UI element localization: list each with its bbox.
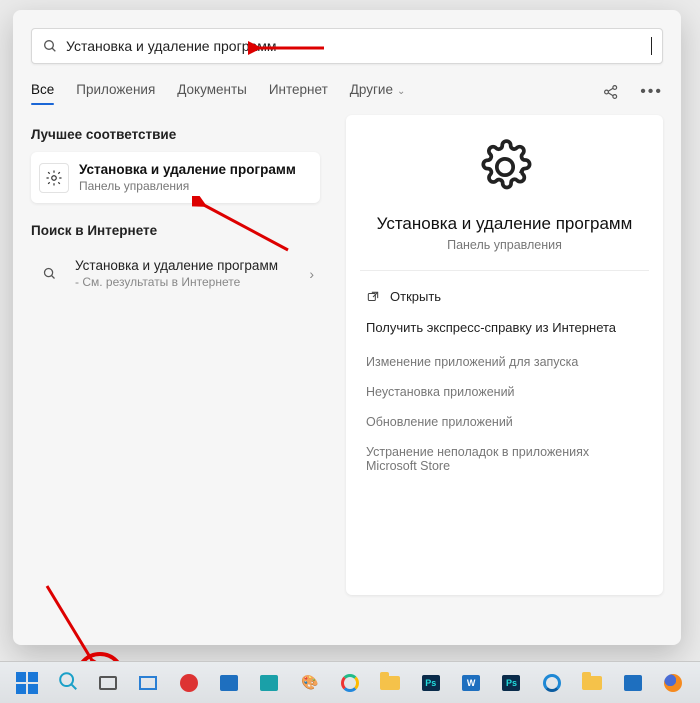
chevron-right-icon: › (309, 266, 314, 282)
best-match-subtitle: Панель управления (79, 179, 296, 193)
taskbar-search-button[interactable] (56, 671, 78, 695)
search-input[interactable] (58, 38, 653, 54)
more-options-icon[interactable]: ••• (640, 83, 663, 101)
help-link[interactable]: Неустановка приложений (366, 377, 643, 407)
tab-docs[interactable]: Документы (177, 78, 247, 105)
help-heading: Получить экспресс-справку из Интернета (366, 320, 643, 335)
search-bar-container (13, 10, 681, 74)
taskbar: 🎨 Ps W Ps (0, 661, 700, 703)
best-match-title: Установка и удаление программ (79, 162, 296, 177)
detail-card: Установка и удаление программ Панель упр… (346, 115, 663, 595)
tab-more-label: Другие (350, 82, 393, 97)
gear-icon (39, 163, 69, 193)
divider (360, 270, 649, 271)
tab-more[interactable]: Другие ⌄ (350, 78, 406, 105)
start-search-panel: Все Приложения Документы Интернет Другие… (13, 10, 681, 645)
file-explorer-icon[interactable] (379, 671, 401, 695)
open-action[interactable]: Открыть (366, 287, 643, 320)
firefox-icon[interactable] (662, 671, 684, 695)
detail-column: Установка и удаление программ Панель упр… (328, 105, 681, 645)
task-view-button[interactable] (97, 671, 119, 695)
search-icon (42, 38, 58, 54)
taskbar-app-icon[interactable]: 🎨 (299, 671, 321, 695)
help-link[interactable]: Обновление приложений (366, 407, 643, 437)
best-match-label: Лучшее соответствие (31, 115, 328, 152)
taskbar-app-icon[interactable] (218, 671, 240, 695)
taskbar-app-icon[interactable] (258, 671, 280, 695)
detail-subtitle: Панель управления (366, 238, 643, 252)
share-icon[interactable] (602, 83, 620, 101)
taskbar-app-icon[interactable]: Ps (420, 671, 442, 695)
edge-icon[interactable] (541, 671, 563, 695)
taskbar-app-icon[interactable] (339, 671, 361, 695)
open-label: Открыть (390, 289, 441, 304)
search-web-label: Поиск в Интернете (31, 211, 328, 248)
help-link[interactable]: Изменение приложений для запуска (366, 347, 643, 377)
web-result-item[interactable]: Установка и удаление программ - См. резу… (31, 248, 320, 299)
taskbar-app-icon[interactable] (621, 671, 643, 695)
taskbar-app-icon[interactable] (581, 671, 603, 695)
gear-icon (477, 139, 533, 200)
tab-apps[interactable]: Приложения (76, 78, 155, 105)
taskbar-app-icon[interactable]: W (460, 671, 482, 695)
taskbar-app-icon[interactable]: Ps (500, 671, 522, 695)
text-caret (651, 37, 652, 55)
tab-web[interactable]: Интернет (269, 78, 328, 105)
filter-tabs: Все Приложения Документы Интернет Другие… (13, 74, 681, 105)
web-result-subtitle: - См. результаты в Интернете (75, 275, 278, 289)
search-box[interactable] (31, 28, 663, 64)
taskbar-app-icon[interactable] (177, 671, 199, 695)
help-link[interactable]: Устранение неполадок в приложениях Micro… (366, 437, 643, 481)
web-result-title: Установка и удаление программ (75, 258, 278, 273)
search-icon (35, 266, 63, 281)
best-match-item[interactable]: Установка и удаление программ Панель упр… (31, 152, 320, 203)
taskbar-app-icon[interactable] (137, 671, 159, 695)
open-icon (366, 290, 380, 304)
detail-title: Установка и удаление программ (366, 214, 643, 234)
results-column: Лучшее соответствие Установка и удаление… (13, 105, 328, 645)
chevron-down-icon: ⌄ (397, 86, 405, 97)
start-button[interactable] (16, 671, 38, 695)
tab-all[interactable]: Все (31, 78, 54, 105)
